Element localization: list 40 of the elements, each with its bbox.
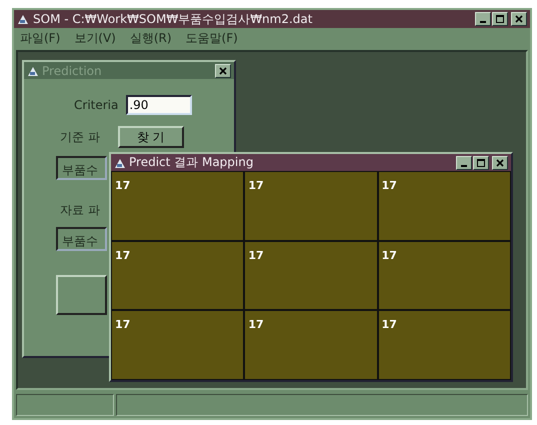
minimize-button[interactable] bbox=[475, 12, 491, 26]
find-button[interactable]: 찾 기 bbox=[118, 126, 184, 148]
close-button[interactable] bbox=[511, 12, 527, 26]
app-icon bbox=[114, 156, 126, 168]
maximize-icon bbox=[496, 15, 504, 23]
cell-count: 17 bbox=[115, 248, 130, 262]
app-icon bbox=[27, 64, 39, 76]
minimize-icon bbox=[461, 164, 467, 166]
cell-count: 17 bbox=[248, 248, 264, 262]
minimize-icon bbox=[480, 21, 486, 23]
close-icon bbox=[515, 15, 523, 23]
cell-count: 17 bbox=[382, 179, 397, 192]
window-title: Predict 결과 Mapping bbox=[129, 154, 254, 171]
close-icon bbox=[496, 158, 504, 166]
cell-count: 17 bbox=[115, 318, 130, 332]
menu-item[interactable]: 도움말(F) bbox=[186, 30, 238, 46]
base-file-label: 기준 파 bbox=[60, 128, 100, 146]
menu-item[interactable]: 파일(F) bbox=[20, 30, 60, 46]
app-icon bbox=[17, 13, 29, 25]
maximize-button[interactable] bbox=[473, 156, 489, 170]
base-file-field[interactable]: 부품수 bbox=[56, 156, 107, 180]
criteria-label: Criteria bbox=[74, 98, 118, 112]
window-title: SOM - C:₩Work₩SOM₩부품수입검사₩nm2.dat bbox=[33, 10, 314, 28]
close-icon bbox=[219, 66, 227, 74]
menu-item[interactable]: 보기(V) bbox=[74, 30, 116, 46]
maximize-button[interactable] bbox=[492, 12, 508, 26]
minimize-button[interactable] bbox=[456, 156, 472, 170]
close-button[interactable] bbox=[492, 156, 508, 170]
cell-count: 17 bbox=[115, 179, 130, 192]
cell-count: 17 bbox=[382, 248, 397, 262]
menu-item[interactable]: 실행(R) bbox=[130, 30, 172, 46]
maximize-icon bbox=[477, 158, 485, 166]
close-button[interactable] bbox=[215, 64, 231, 78]
data-file-label: 자료 파 bbox=[59, 202, 101, 219]
run-button[interactable] bbox=[56, 275, 107, 315]
cell-count: 17 bbox=[248, 179, 264, 192]
cell-count: 17 bbox=[382, 318, 397, 332]
cell-count: 17 bbox=[248, 318, 264, 332]
data-file-field[interactable]: 부품수 bbox=[56, 227, 107, 251]
criteria-field[interactable]: .90 bbox=[126, 95, 192, 115]
